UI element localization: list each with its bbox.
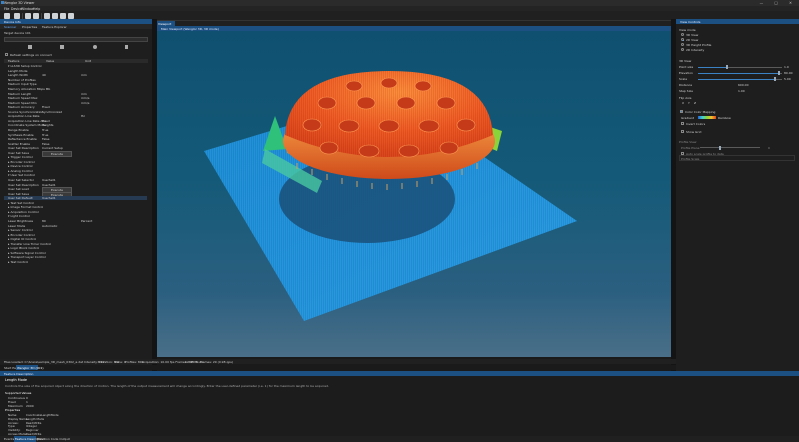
slider-label: Point size: [679, 65, 694, 69]
view-mode-intensity-label: 2D Intensity: [686, 48, 705, 52]
status-frames: Frames: 29 (0.98 qps): [200, 360, 233, 364]
flip-y-button[interactable]: Y: [688, 101, 690, 105]
table-row[interactable]: ▸ Test Control: [4, 260, 147, 265]
feature-toolbar: [4, 44, 148, 51]
profile-scale-box[interactable]: [679, 155, 795, 161]
feature-description-panel: Feature Description Length Mode Controls…: [0, 371, 799, 442]
slider-fill: [698, 66, 728, 68]
view-mode-2d-label: 2D View: [686, 38, 699, 42]
column-feature: Feature: [8, 59, 20, 63]
supported-values-label: Supported Values: [5, 391, 32, 395]
refresh-settings-checkbox[interactable]: [5, 53, 8, 56]
status-file: Files Loaded: C:\Scans\sample_3D_mesh_03…: [4, 360, 84, 364]
view-controls-panel: View Controls View mode 3D View 2D View …: [676, 19, 799, 371]
slider-label: Scale: [679, 77, 688, 81]
execute-icon[interactable]: [93, 45, 97, 49]
tab-function-code[interactable]: Function Code Output: [37, 437, 70, 441]
properties-label: Properties: [5, 408, 21, 412]
feature-description-title: Feature Description: [4, 371, 34, 376]
maximize-button[interactable]: □: [774, 1, 782, 5]
distance-value[interactable]: 600.00: [738, 83, 749, 87]
tab-device-label: Wenglor 3D (001): [17, 365, 44, 370]
slider-knob[interactable]: [726, 65, 729, 69]
profile-plane-value: 0: [768, 146, 770, 150]
color-mapping-label: Color Color Mapping: [685, 110, 716, 114]
status-profiles: Profiles: 800: [125, 360, 144, 364]
menu-file[interactable]: File: [4, 7, 9, 11]
view-controls-header: View Controls: [676, 19, 799, 24]
color-to-label: Rainbow: [718, 116, 731, 120]
tab-feature-explorer[interactable]: Feature Explorer: [42, 25, 67, 29]
view-mode-label: View mode: [679, 28, 696, 32]
view-mode-3d-radio[interactable]: [681, 33, 684, 36]
slider-knob[interactable]: [777, 71, 780, 75]
window-title: Wenglor 3D Viewer: [4, 1, 35, 5]
view-mode-2d-radio[interactable]: [681, 38, 684, 41]
target-device-label: Target device: [4, 31, 25, 35]
load-icon[interactable]: [60, 45, 64, 49]
step-size-value[interactable]: 1.00: [738, 89, 745, 93]
view-mode-height-radio[interactable]: [681, 43, 684, 46]
column-value: Value: [46, 59, 55, 63]
feature-name-cell: ▸ Test Control: [8, 259, 29, 264]
tab-viewport-label: Viewport: [158, 21, 172, 26]
color-gradient-bar[interactable]: [698, 116, 716, 119]
flip-x-button[interactable]: X: [682, 101, 684, 105]
window-controls: — □ ✕: [760, 1, 797, 5]
tab-scanner[interactable]: Scanner: [4, 25, 16, 29]
show-grid-label: Show Grid: [686, 130, 702, 134]
color-mapping-checkbox[interactable]: [680, 110, 683, 113]
view-controls-title: View Controls: [680, 19, 701, 24]
viewport-3d[interactable]: [157, 31, 671, 357]
supported-val-2: 2000: [26, 404, 34, 408]
device-panel-title: Device Info: [4, 19, 21, 24]
download-icon[interactable]: [125, 45, 128, 49]
save-icon[interactable]: [28, 45, 32, 49]
feature-table-header: Feature Value Unit: [4, 58, 148, 63]
slider-value: 1.0: [784, 65, 789, 69]
profile-plane-knob[interactable]: [719, 145, 721, 150]
profile-plane-slider[interactable]: [700, 147, 760, 148]
document-tabs: Start Page Wenglor 3D (001): [0, 365, 676, 370]
tab-properties[interactable]: Properties: [22, 25, 37, 29]
flip-axis-label: Flip Axis: [679, 96, 692, 100]
refresh-settings-label: Refresh settings on connect: [10, 53, 52, 57]
profile-view-label: Profile View: [679, 140, 697, 144]
show-grid-checkbox[interactable]: [681, 130, 684, 133]
profile-plane-label: Profile Plane: [681, 146, 700, 150]
feature-search-input[interactable]: [4, 37, 148, 42]
menu-help[interactable]: Help: [33, 7, 40, 11]
feature-name: Length Mode: [5, 378, 28, 382]
invert-colors-label: Invert Colors: [686, 122, 706, 126]
slider-label: Elevation: [679, 71, 693, 75]
bottom-tabs: Events Feature Description Function Code…: [0, 436, 799, 442]
slider-fill: [698, 78, 776, 80]
settings-header: 3D View: [679, 59, 692, 63]
device-panel-tabs: Scanner Properties Feature Explorer: [0, 24, 152, 29]
device-panel: Device Info Scanner Properties Feature E…: [0, 19, 152, 371]
close-button[interactable]: ✕: [789, 1, 797, 5]
target-device-value[interactable]: 101: [25, 31, 31, 35]
slider-value: 5.00: [784, 77, 791, 81]
view-mode-3d-label: 3D View: [686, 33, 699, 37]
tab-events[interactable]: Events: [4, 437, 14, 441]
feature-description-header: Feature Description: [0, 371, 799, 376]
slider-knob[interactable]: [774, 77, 777, 81]
minimize-button[interactable]: —: [760, 1, 769, 5]
column-unit: Unit: [85, 59, 92, 63]
invert-colors-checkbox[interactable]: [681, 122, 684, 125]
feature-description-text: Controls the size of the acquired object…: [5, 384, 329, 388]
slider-fill: [698, 72, 779, 74]
distance-label: Distance: [679, 83, 693, 87]
slider-value: 80.00: [784, 71, 793, 75]
status-bar: Files Loaded: C:\Scans\sample_3D_mesh_03…: [0, 359, 676, 364]
menu-window[interactable]: Window: [21, 7, 34, 11]
point-cloud-render: [204, 71, 577, 321]
view-mode-height-label: 3D Height Profile: [686, 43, 712, 47]
step-size-label: Step Size: [679, 89, 693, 93]
view-mode-intensity-radio[interactable]: [681, 48, 684, 51]
flip-z-button[interactable]: Z: [694, 101, 696, 105]
color-from-label: Gradient: [681, 116, 695, 120]
